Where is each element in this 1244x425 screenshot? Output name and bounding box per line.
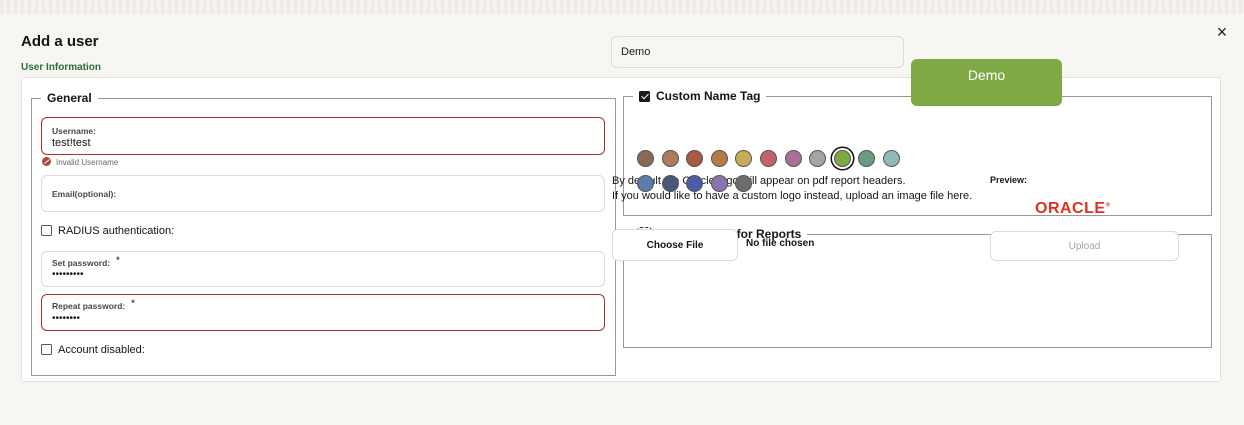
required-mark: * — [131, 298, 135, 308]
radius-authentication-label: RADIUS authentication: — [58, 225, 175, 237]
color-swatch[interactable] — [833, 150, 851, 167]
name-tag-input[interactable]: Demo — [611, 36, 904, 68]
error-icon — [42, 157, 51, 166]
set-password-field[interactable]: Set password: * ••••••••• — [41, 251, 605, 287]
upload-button[interactable]: Upload — [990, 231, 1179, 261]
account-disabled-label: Account disabled: — [58, 344, 145, 356]
color-swatch[interactable] — [760, 150, 777, 167]
general-legend: General — [47, 91, 92, 105]
color-swatch[interactable] — [784, 150, 802, 167]
set-password-label: Set password: * — [52, 255, 120, 268]
dialog-title: Add a user — [21, 33, 99, 50]
section-title-user-information: User Information — [21, 62, 102, 73]
email-label: Email(optional): — [52, 189, 117, 199]
email-field[interactable]: Email(optional): — [41, 175, 605, 212]
custom-logo-description-line2: If you would like to have a custom logo … — [612, 190, 973, 202]
custom-name-tag-label: Custom Name Tag — [656, 89, 761, 103]
color-swatch[interactable] — [661, 175, 679, 192]
color-swatch[interactable] — [710, 175, 728, 192]
color-swatch[interactable] — [661, 150, 679, 167]
oracle-logo: ORACLE® — [1035, 200, 1111, 217]
no-file-chosen-text: No file chosen — [746, 238, 815, 249]
repeat-password-field[interactable]: Repeat password: * •••••••• — [41, 294, 605, 331]
color-swatch[interactable] — [710, 150, 728, 167]
choose-file-button[interactable]: Choose File — [612, 229, 738, 261]
account-disabled-checkbox[interactable] — [41, 344, 52, 355]
color-swatch[interactable] — [883, 150, 900, 167]
username-error-text: Invalid Username — [56, 158, 119, 167]
username-error: Invalid Username — [42, 157, 118, 167]
header-background-strip — [0, 0, 1244, 14]
custom-logo-description-line1: By default the Oracle logo will appear o… — [612, 175, 906, 187]
repeat-password-value: •••••••• — [52, 313, 81, 324]
color-swatch[interactable] — [637, 150, 654, 167]
username-label: Username: — [52, 126, 96, 136]
radius-authentication-checkbox[interactable] — [41, 225, 52, 236]
custom-name-tag-legend: Custom Name Tag — [633, 89, 766, 103]
close-icon[interactable]: × — [1212, 22, 1232, 42]
repeat-password-label: Repeat password: * — [52, 298, 135, 311]
radius-authentication-row[interactable]: RADIUS authentication: — [41, 225, 174, 237]
username-value: test!test — [52, 137, 91, 149]
color-swatch[interactable] — [637, 175, 654, 192]
custom-name-tag-checkbox[interactable] — [639, 91, 650, 102]
username-field[interactable]: Username: test!test — [41, 117, 605, 155]
preview-label: Preview: — [990, 175, 1028, 185]
set-password-value: ••••••••• — [52, 269, 84, 280]
account-disabled-row[interactable]: Account disabled: — [41, 344, 145, 356]
required-mark: * — [116, 255, 120, 265]
name-tag-preview: Demo — [911, 59, 1062, 106]
